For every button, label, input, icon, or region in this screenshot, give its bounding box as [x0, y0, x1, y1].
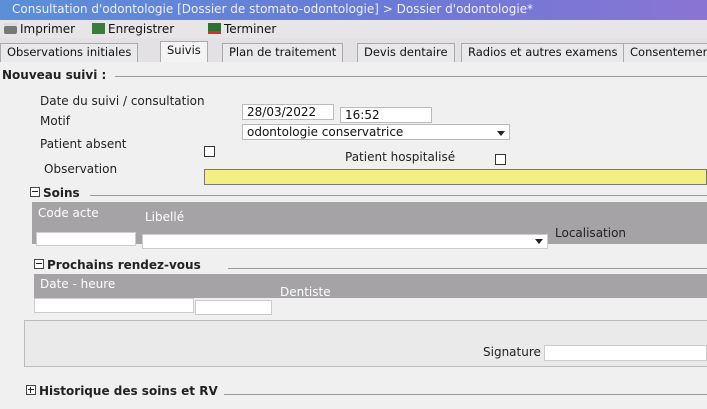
motif-select[interactable]: odontologie conservatrice [242, 124, 510, 140]
rdv-title: Prochains rendez-vous [47, 258, 201, 272]
tab-suivis[interactable]: Suivis [160, 41, 208, 63]
date-input[interactable]: 28/03/2022 [242, 104, 334, 120]
signature-label: Signature [483, 345, 541, 359]
hospitalized-label: Patient hospitalisé [345, 150, 456, 164]
hospitalized-checkbox[interactable] [495, 154, 506, 165]
libelle-select[interactable] [142, 234, 548, 249]
expand-icon [26, 385, 36, 395]
finish-label: Terminer [224, 22, 277, 36]
tab-label: Consentemen [630, 45, 707, 59]
print-label: Imprimer [20, 22, 76, 36]
date-value: 28/03/2022 [247, 105, 317, 119]
chevron-down-icon [497, 131, 505, 136]
rdv-time-input[interactable] [195, 300, 272, 315]
time-input[interactable]: 16:52 [340, 107, 432, 123]
soins-grid-header [32, 202, 707, 224]
date-label: Date du suivi / consultation [40, 94, 205, 108]
col-dentiste: Dentiste [280, 285, 331, 299]
collapse-icon [34, 259, 44, 269]
motif-label: Motif [40, 114, 70, 128]
soins-title: Soins [43, 186, 80, 200]
tab-label: Observations initiales [7, 45, 132, 59]
absent-label: Patient absent [40, 137, 127, 151]
col-date-heure: Date - heure [40, 277, 116, 291]
tab-label: Devis dentaire [364, 45, 448, 59]
tab-plan-de-traitement[interactable]: Plan de traitement [222, 43, 344, 62]
motif-value: odontologie conservatrice [247, 125, 404, 139]
rdv-date-input[interactable] [34, 298, 194, 313]
col-libelle: Libellé [145, 210, 185, 224]
rdv-section-header[interactable]: Prochains rendez-vous [34, 258, 201, 272]
finish-button[interactable]: Terminer [208, 21, 276, 37]
divider [90, 195, 707, 196]
observation-input[interactable] [204, 169, 707, 185]
chevron-down-icon [535, 239, 543, 244]
soins-section-header[interactable]: Soins [30, 186, 80, 200]
printer-icon [4, 23, 17, 34]
collapse-icon [30, 187, 40, 197]
tab-devis-dentaire[interactable]: Devis dentaire [357, 43, 455, 62]
history-section-header[interactable]: Historique des soins et RV [26, 384, 218, 398]
floppy-disk-icon [92, 23, 105, 34]
print-button[interactable]: Imprimer [4, 21, 75, 37]
finish-icon [208, 23, 221, 34]
toolbar: Imprimer Enregistrer Terminer [0, 20, 707, 38]
history-title: Historique des soins et RV [39, 384, 218, 398]
save-button[interactable]: Enregistrer [92, 21, 174, 37]
divider [224, 394, 707, 395]
absent-checkbox[interactable] [204, 146, 215, 157]
tab-radios-examens[interactable]: Radios et autres examens [461, 43, 625, 62]
observation-label: Observation [44, 162, 118, 176]
divider [228, 268, 707, 269]
window-title: Consultation d'odontologie [Dossier de s… [12, 2, 534, 16]
col-localisation: Localisation [555, 226, 627, 240]
suivi-panel: Nouveau suivi : Date du suivi / consulta… [0, 62, 707, 409]
tab-label: Radios et autres examens [468, 45, 618, 59]
tab-consentement[interactable]: Consentemen [623, 43, 707, 62]
signature-input[interactable] [544, 345, 707, 361]
code-acte-input[interactable] [36, 232, 136, 246]
tab-label: Suivis [167, 43, 201, 57]
divider [115, 76, 707, 77]
window-title-bar: Consultation d'odontologie [Dossier de s… [0, 0, 707, 20]
tab-bar: Observations initiales Suivis Plan de tr… [0, 38, 707, 63]
tab-label: Plan de traitement [229, 45, 337, 59]
tab-observations-initiales[interactable]: Observations initiales [0, 43, 139, 62]
rdv-grid-header [34, 274, 707, 298]
time-value: 16:52 [345, 108, 380, 122]
col-code-acte: Code acte [38, 206, 99, 220]
save-label: Enregistrer [108, 22, 175, 36]
section-title: Nouveau suivi : [2, 68, 107, 82]
